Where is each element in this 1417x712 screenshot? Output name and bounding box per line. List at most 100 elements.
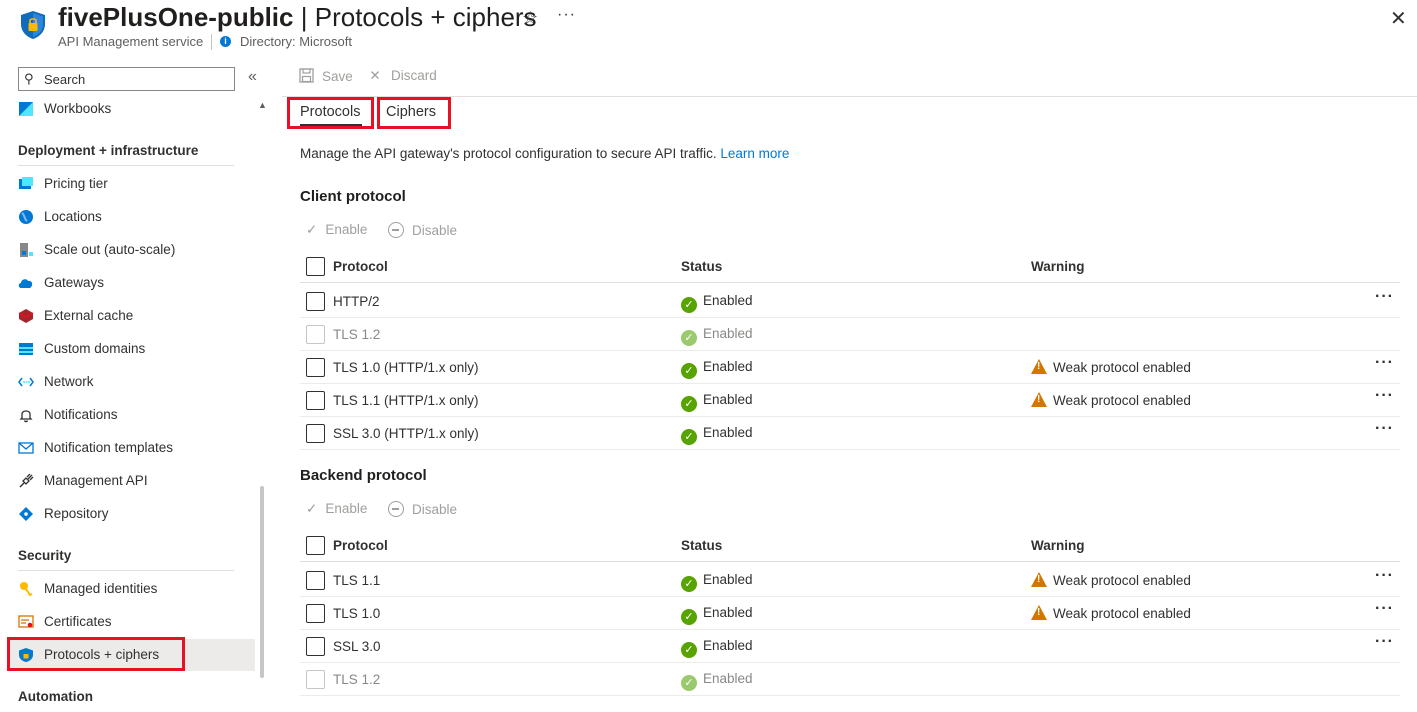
protocol-name: TLS 1.0 bbox=[333, 606, 381, 621]
select-all-checkbox[interactable] bbox=[306, 536, 325, 555]
row-checkbox[interactable] bbox=[306, 391, 325, 410]
sidebar-item-label: Certificates bbox=[44, 614, 112, 629]
backend-disable-button[interactable]: Disable bbox=[388, 501, 457, 517]
sidebar-item-workbooks[interactable]: Workbooks bbox=[8, 93, 255, 125]
sidebar-item-label: Managed identities bbox=[44, 581, 158, 596]
status-text: Enabled bbox=[703, 425, 753, 440]
table-header: Protocol Status Warning bbox=[300, 250, 1400, 283]
row-more-icon[interactable]: ··· bbox=[1375, 633, 1394, 651]
network-icon bbox=[18, 377, 34, 387]
row-checkbox[interactable] bbox=[306, 292, 325, 311]
learn-more-link[interactable]: Learn more bbox=[720, 146, 789, 161]
scroll-up-icon[interactable]: ▲ bbox=[258, 100, 267, 110]
disable-icon bbox=[388, 222, 404, 238]
star-icon[interactable]: ☆ bbox=[522, 8, 538, 29]
certificate-icon bbox=[18, 615, 34, 628]
success-check-icon: ✓ bbox=[681, 396, 697, 412]
row-checkbox[interactable] bbox=[306, 637, 325, 656]
sidebar-item-locations[interactable]: Locations bbox=[8, 201, 255, 233]
row-more-icon[interactable]: ··· bbox=[1375, 420, 1394, 438]
git-icon bbox=[19, 507, 33, 521]
row-checkbox bbox=[306, 325, 325, 344]
table-row[interactable]: SSL 3.0 (HTTP/1.x only) ✓ Enabled ··· bbox=[300, 417, 1400, 450]
column-header-warning: Warning bbox=[1031, 538, 1085, 553]
success-check-icon: ✓ bbox=[681, 609, 697, 625]
search-input[interactable]: ⚲ Search bbox=[18, 67, 235, 91]
status-text: Enabled bbox=[703, 293, 753, 308]
sidebar-item-label: Pricing tier bbox=[44, 176, 108, 191]
row-more-icon[interactable]: ··· bbox=[1375, 600, 1394, 618]
backend-protocol-title: Backend protocol bbox=[300, 467, 427, 484]
discard-button[interactable]: ✕ Discard bbox=[367, 68, 437, 84]
protocol-name: TLS 1.2 bbox=[333, 327, 381, 342]
protocol-name: SSL 3.0 (HTTP/1.x only) bbox=[333, 426, 479, 441]
row-more-icon[interactable]: ··· bbox=[1375, 387, 1394, 405]
sidebar-item-repository[interactable]: Repository bbox=[8, 498, 255, 530]
row-checkbox[interactable] bbox=[306, 604, 325, 623]
info-icon: i bbox=[220, 36, 231, 47]
row-more-icon[interactable]: ··· bbox=[1375, 288, 1394, 306]
sidebar-item-pricing-tier[interactable]: Pricing tier bbox=[8, 168, 255, 200]
more-icon[interactable]: ··· bbox=[557, 6, 576, 24]
sidebar-item-gateways[interactable]: Gateways bbox=[8, 267, 255, 299]
pricing-tier-icon bbox=[19, 177, 33, 189]
table-row[interactable]: TLS 1.1 ✓ Enabled Weak protocol enabled ·… bbox=[300, 564, 1400, 597]
table-row[interactable]: HTTP/2 ✓ Enabled ··· bbox=[300, 285, 1400, 318]
warning-icon bbox=[1031, 572, 1047, 587]
disable-label: Disable bbox=[412, 223, 458, 238]
sidebar-item-network[interactable]: Network bbox=[8, 366, 255, 398]
sidebar: ⚲ Search « ▲ Workbooks Deployment + infr… bbox=[0, 58, 270, 712]
row-more-icon[interactable]: ··· bbox=[1375, 354, 1394, 372]
client-enable-button[interactable]: ✓ Enable bbox=[306, 222, 367, 238]
sidebar-item-label: Workbooks bbox=[44, 101, 112, 116]
backend-enable-button[interactable]: ✓ Enable bbox=[306, 501, 367, 517]
row-more-icon[interactable]: ··· bbox=[1375, 567, 1394, 585]
protocol-name: HTTP/2 bbox=[333, 294, 380, 309]
directory-label: Directory: Microsoft bbox=[240, 34, 352, 49]
row-checkbox[interactable] bbox=[306, 358, 325, 377]
save-button[interactable]: Save bbox=[298, 68, 353, 84]
table-row[interactable]: SSL 3.0 ✓ Enabled ··· bbox=[300, 630, 1400, 663]
warning-cell: Weak protocol enabled bbox=[1031, 572, 1191, 588]
sidebar-item-certificates[interactable]: Certificates bbox=[8, 606, 255, 638]
column-header-warning: Warning bbox=[1031, 259, 1085, 274]
warning-icon bbox=[1031, 359, 1047, 374]
warning-text: Weak protocol enabled bbox=[1053, 573, 1191, 588]
table-row[interactable]: TLS 1.0 ✓ Enabled Weak protocol enabled ·… bbox=[300, 597, 1400, 630]
save-icon bbox=[298, 68, 314, 84]
workbooks-icon bbox=[19, 102, 33, 116]
save-label: Save bbox=[322, 69, 353, 84]
success-check-icon: ✓ bbox=[681, 363, 697, 379]
success-check-icon: ✓ bbox=[681, 642, 697, 658]
discard-label: Discard bbox=[391, 68, 437, 83]
mail-icon bbox=[18, 442, 34, 454]
sidebar-item-notification-templates[interactable]: Notification templates bbox=[8, 432, 255, 464]
status-cell: ✓ Enabled bbox=[681, 572, 753, 592]
shield-lock-icon bbox=[21, 11, 45, 39]
select-all-checkbox[interactable] bbox=[306, 257, 325, 276]
sidebar-item-managed-identities[interactable]: Managed identities bbox=[8, 573, 255, 605]
warning-text: Weak protocol enabled bbox=[1053, 360, 1191, 375]
sidebar-item-external-cache[interactable]: External cache bbox=[8, 300, 255, 332]
sidebar-item-management-api[interactable]: Management API bbox=[8, 465, 255, 497]
sidebar-item-label: Scale out (auto-scale) bbox=[44, 242, 176, 257]
table-row[interactable]: TLS 1.1 (HTTP/1.x only) ✓ Enabled Weak pr… bbox=[300, 384, 1400, 417]
status-cell: ✓ Enabled bbox=[681, 605, 753, 625]
table-row[interactable]: TLS 1.0 (HTTP/1.x only) ✓ Enabled Weak pr… bbox=[300, 351, 1400, 384]
sidebar-item-custom-domains[interactable]: Custom domains bbox=[8, 333, 255, 365]
search-placeholder: Search bbox=[44, 72, 86, 87]
status-cell: ✓ Enabled bbox=[681, 671, 753, 691]
warning-cell: Weak protocol enabled bbox=[1031, 359, 1191, 375]
collapse-sidebar-icon[interactable]: « bbox=[248, 68, 257, 86]
close-icon[interactable]: ✕ bbox=[1390, 6, 1407, 31]
sidebar-scrollbar[interactable] bbox=[260, 486, 264, 678]
table-row: TLS 1.2 ✓ Enabled bbox=[300, 318, 1400, 351]
row-checkbox[interactable] bbox=[306, 571, 325, 590]
checkmark-icon: ✓ bbox=[306, 222, 318, 237]
discard-icon: ✕ bbox=[369, 68, 381, 83]
table-row: TLS 1.2 ✓ Enabled bbox=[300, 663, 1400, 696]
sidebar-item-scale-out[interactable]: Scale out (auto-scale) bbox=[8, 234, 255, 266]
client-disable-button[interactable]: Disable bbox=[388, 222, 457, 238]
sidebar-item-notifications[interactable]: Notifications bbox=[8, 399, 255, 431]
row-checkbox[interactable] bbox=[306, 424, 325, 443]
